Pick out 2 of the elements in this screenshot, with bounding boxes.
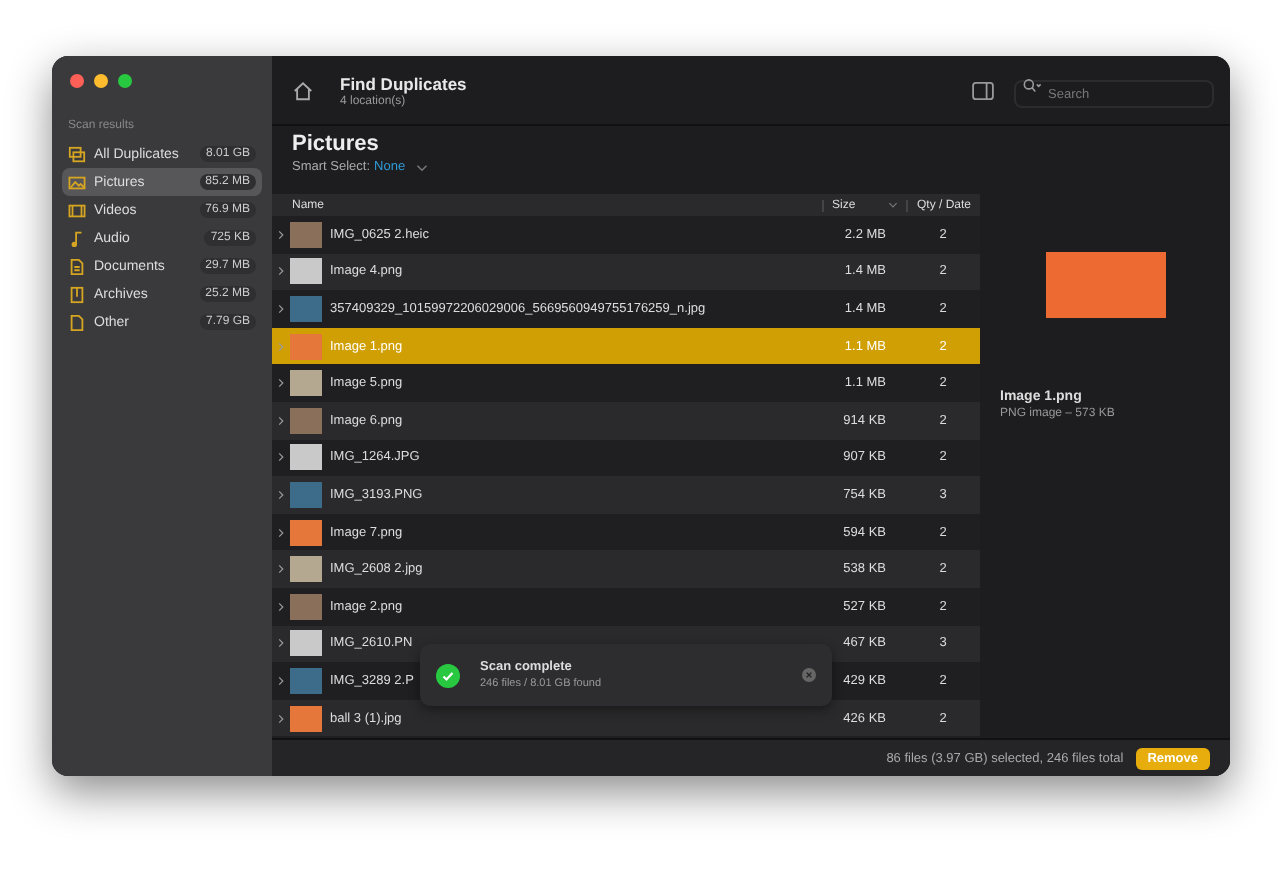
window-title: Find Duplicates (340, 73, 469, 93)
section-title: Pictures (292, 132, 381, 156)
